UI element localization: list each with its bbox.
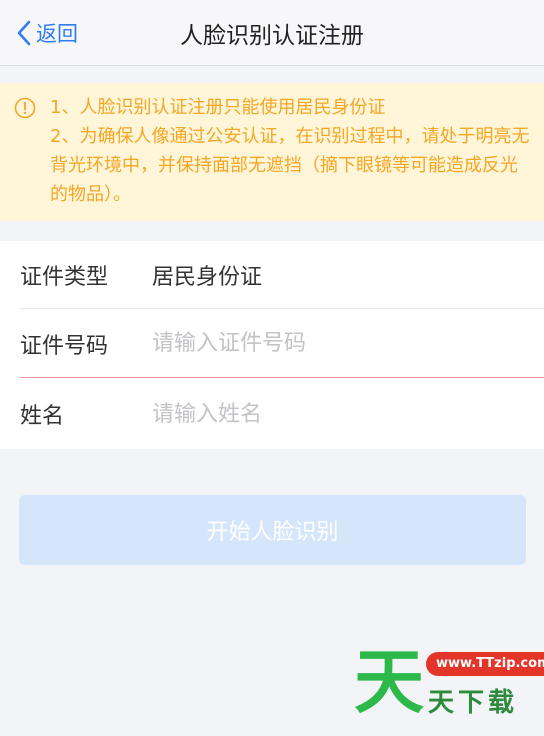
id-type-value: 居民身份证 [152, 264, 263, 290]
name-input[interactable] [152, 401, 512, 427]
name-label: 姓名 [20, 404, 65, 429]
watermark-logo: 天 www.TTzip.com 天下载 [354, 641, 544, 723]
watermark-chars: 天下载 [428, 688, 519, 718]
id-type-row[interactable]: 证件类型 居民身份证 [20, 241, 544, 309]
name-row: 姓名 [20, 380, 544, 448]
notice-text: 1、人脸识别认证注册只能使用居民身份证 2、为确保人像通过公安认证，在识别过程中… [50, 93, 534, 209]
notice-line-1: 1、人脸识别认证注册只能使用居民身份证 [50, 97, 386, 118]
warning-icon [14, 97, 36, 119]
id-number-label: 证件号码 [20, 333, 109, 359]
notice-banner: 1、人脸识别认证注册只能使用居民身份证 2、为确保人像通过公安认证，在识别过程中… [0, 83, 544, 221]
id-number-row: 证件号码 [20, 310, 544, 378]
registration-form: 证件类型 居民身份证 证件号码 姓名 [0, 241, 544, 449]
id-type-label: 证件类型 [20, 264, 109, 290]
id-number-input[interactable] [152, 331, 512, 356]
watermark-big-char: 天 [354, 641, 424, 723]
watermark-url: www.TTzip.com [426, 652, 544, 676]
start-face-recognition-button[interactable]: 开始人脸识别 [19, 495, 526, 565]
notice-line-2: 2、为确保人像通过公安认证，在识别过程中，请处于明亮无背光环境中，并保持面部无遮… [50, 126, 530, 205]
navigation-bar: 返回 人脸识别认证注册 [0, 0, 544, 66]
page-title: 人脸识别认证注册 [180, 23, 364, 49]
